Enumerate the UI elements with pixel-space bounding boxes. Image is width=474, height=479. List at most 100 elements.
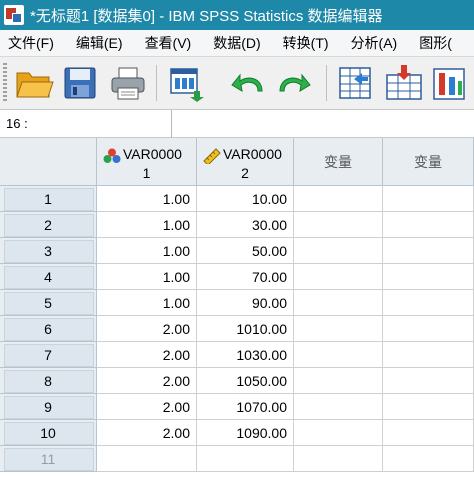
menu-transform[interactable]: 转换(T) bbox=[279, 33, 333, 53]
data-cell[interactable]: 1070.00 bbox=[197, 394, 294, 420]
row-number-header[interactable]: 9 bbox=[0, 394, 97, 420]
data-cell[interactable] bbox=[294, 238, 383, 264]
data-cell[interactable]: 1.00 bbox=[97, 264, 197, 290]
redo-icon[interactable] bbox=[274, 63, 314, 103]
data-cell[interactable]: 1090.00 bbox=[197, 420, 294, 446]
toolbar-separator bbox=[156, 65, 157, 101]
row-number-header[interactable]: 1 bbox=[0, 186, 97, 212]
column-header-var00002[interactable]: VAR0000 2 bbox=[197, 138, 294, 186]
data-cell[interactable] bbox=[383, 446, 474, 472]
menu-graphs[interactable]: 图形( bbox=[415, 33, 456, 53]
cell-reference: 16 : bbox=[0, 110, 172, 138]
row-number-header[interactable]: 2 bbox=[0, 212, 97, 238]
data-cell[interactable]: 1010.00 bbox=[197, 316, 294, 342]
data-cell[interactable] bbox=[383, 212, 474, 238]
column-header-empty-variable[interactable]: 变量 bbox=[383, 138, 474, 186]
table-row: 3 1.00 50.00 bbox=[0, 238, 474, 264]
data-cell[interactable] bbox=[383, 394, 474, 420]
data-cell[interactable] bbox=[294, 420, 383, 446]
menu-file[interactable]: 文件(F) bbox=[4, 33, 58, 53]
data-cell[interactable] bbox=[294, 342, 383, 368]
row-number-header[interactable]: 6 bbox=[0, 316, 97, 342]
row-number-label: 6 bbox=[44, 321, 52, 337]
row-number-header[interactable]: 4 bbox=[0, 264, 97, 290]
undo-icon[interactable] bbox=[228, 63, 268, 103]
row-number-header[interactable]: 11 bbox=[0, 446, 97, 472]
cell-editor-bar: 16 : bbox=[0, 110, 474, 138]
spss-app-icon[interactable] bbox=[4, 5, 24, 25]
data-cell[interactable]: 10.00 bbox=[197, 186, 294, 212]
data-cell[interactable]: 2.00 bbox=[97, 394, 197, 420]
data-cell[interactable] bbox=[383, 186, 474, 212]
menu-analyze[interactable]: 分析(A) bbox=[347, 33, 402, 53]
row-number-header[interactable]: 8 bbox=[0, 368, 97, 394]
row-number-label: 3 bbox=[44, 243, 52, 259]
data-cell[interactable]: 50.00 bbox=[197, 238, 294, 264]
row-number-header[interactable]: 5 bbox=[0, 290, 97, 316]
row-number-label: 4 bbox=[44, 269, 52, 285]
menu-data[interactable]: 数据(D) bbox=[209, 33, 264, 53]
data-cell[interactable]: 2.00 bbox=[97, 342, 197, 368]
data-cell[interactable] bbox=[383, 420, 474, 446]
row-number-header[interactable]: 7 bbox=[0, 342, 97, 368]
toolbar-separator bbox=[326, 65, 327, 101]
row-number-label: 1 bbox=[44, 191, 52, 207]
data-cell[interactable] bbox=[383, 316, 474, 342]
table-row: 2 1.00 30.00 bbox=[0, 212, 474, 238]
row-number-label: 10 bbox=[40, 425, 56, 441]
goto-variable-icon[interactable] bbox=[384, 63, 424, 103]
variables-icon[interactable] bbox=[430, 63, 470, 103]
data-cell[interactable]: 2.00 bbox=[97, 316, 197, 342]
row-number-header[interactable]: 3 bbox=[0, 238, 97, 264]
title-bar: *无标题1 [数据集0] - IBM SPSS Statistics 数据编辑器 bbox=[0, 0, 474, 30]
data-cell[interactable] bbox=[197, 446, 294, 472]
data-cell[interactable] bbox=[294, 316, 383, 342]
data-cell[interactable] bbox=[294, 394, 383, 420]
data-cell[interactable]: 1.00 bbox=[97, 238, 197, 264]
data-cell[interactable]: 1.00 bbox=[97, 186, 197, 212]
nominal-icon bbox=[103, 148, 121, 163]
data-cell[interactable] bbox=[383, 238, 474, 264]
data-cell[interactable] bbox=[383, 342, 474, 368]
grid-corner[interactable] bbox=[0, 138, 97, 186]
data-cell[interactable]: 2.00 bbox=[97, 420, 197, 446]
table-row: 7 2.00 1030.00 bbox=[0, 342, 474, 368]
data-cell[interactable]: 1.00 bbox=[97, 290, 197, 316]
row-number-label: 5 bbox=[44, 295, 52, 311]
data-cell[interactable]: 90.00 bbox=[197, 290, 294, 316]
data-cell[interactable] bbox=[97, 446, 197, 472]
data-cell[interactable]: 1050.00 bbox=[197, 368, 294, 394]
data-cell[interactable] bbox=[383, 290, 474, 316]
table-row: 8 2.00 1050.00 bbox=[0, 368, 474, 394]
cell-value-input[interactable] bbox=[173, 110, 474, 138]
scale-ruler-icon bbox=[203, 148, 221, 164]
save-icon[interactable] bbox=[60, 63, 100, 103]
data-cell[interactable] bbox=[294, 186, 383, 212]
data-cell[interactable] bbox=[294, 290, 383, 316]
data-cell[interactable] bbox=[294, 264, 383, 290]
data-cell[interactable]: 1030.00 bbox=[197, 342, 294, 368]
row-number-header[interactable]: 10 bbox=[0, 420, 97, 446]
column-header-empty-variable[interactable]: 变量 bbox=[294, 138, 383, 186]
data-cell[interactable]: 2.00 bbox=[97, 368, 197, 394]
goto-case-icon[interactable] bbox=[336, 63, 376, 103]
data-cell[interactable]: 70.00 bbox=[197, 264, 294, 290]
column-header-var00001[interactable]: VAR0000 1 bbox=[97, 138, 197, 186]
row-number-label: 8 bbox=[44, 373, 52, 389]
data-cell[interactable]: 1.00 bbox=[97, 212, 197, 238]
data-cell[interactable] bbox=[383, 368, 474, 394]
open-icon[interactable] bbox=[14, 63, 54, 103]
data-cell[interactable] bbox=[294, 368, 383, 394]
menu-edit[interactable]: 编辑(E) bbox=[72, 33, 127, 53]
data-cell[interactable] bbox=[294, 212, 383, 238]
column-header-line1: VAR0000 bbox=[223, 146, 282, 162]
toolbar-grip[interactable] bbox=[3, 63, 7, 103]
menu-view[interactable]: 查看(V) bbox=[141, 33, 196, 53]
menu-bar: 文件(F) 编辑(E) 查看(V) 数据(D) 转换(T) 分析(A) 图形( bbox=[0, 30, 474, 57]
data-cell[interactable] bbox=[383, 264, 474, 290]
dialog-recall-icon[interactable] bbox=[166, 63, 206, 103]
column-header-line1: VAR0000 bbox=[123, 146, 182, 162]
data-cell[interactable]: 30.00 bbox=[197, 212, 294, 238]
print-icon[interactable] bbox=[108, 63, 148, 103]
data-cell[interactable] bbox=[294, 446, 383, 472]
